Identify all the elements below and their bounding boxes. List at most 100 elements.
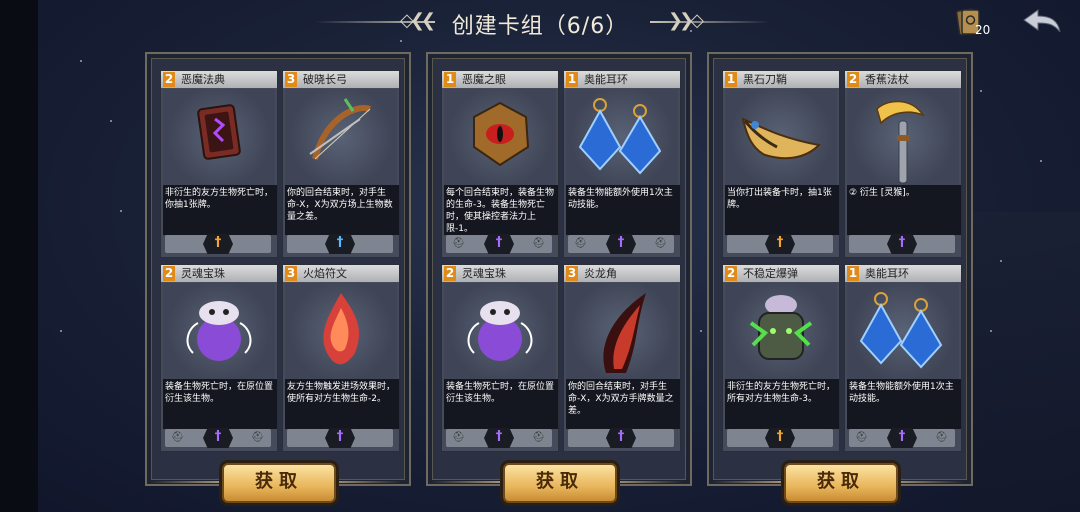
card-header: 2 香蕉法杖 [845, 71, 961, 88]
dagger-icon: † [495, 429, 503, 444]
card-name: 恶魔之眼 [462, 73, 506, 86]
star [110, 120, 112, 122]
card-header: 1 奥能耳环 [845, 265, 961, 282]
star [120, 210, 122, 212]
card[interactable]: 2 灵魂宝珠 装备生物死亡时，在原位置衍生该生物。 ⛑ † ⛑ [441, 264, 559, 452]
star [1040, 160, 1042, 162]
card-footer: † [568, 428, 674, 448]
card-footer: ⛑ † ⛑ [446, 428, 552, 448]
orb-icon [163, 283, 275, 379]
card-footer: ⛑ † ⛑ [446, 234, 552, 254]
helmet-icon: ⛑ [452, 432, 465, 443]
horn-icon [566, 283, 678, 379]
title-ornament-left-glyph: ◇❮❮ [400, 10, 436, 31]
card[interactable]: 1 恶魔之眼 每个回合结束时，装备生物的生命-3。装备生物死亡时，使其操控者法力… [441, 70, 559, 258]
page-title: 创建卡组（6/6） [451, 14, 629, 39]
dagger-icon: † [336, 235, 344, 250]
get-button-1[interactable]: 获取 [222, 463, 336, 503]
helmet-icon: ⛑ [935, 432, 948, 443]
card[interactable]: 2 恶魔法典 非衍生的友方生物死亡时，你抽1张牌。 † [160, 70, 278, 258]
cost-badge: 2 [163, 72, 175, 87]
card[interactable]: 3 火焰符文 友方生物触发进场效果时，使所有对方生物生命-2。 † [282, 264, 400, 452]
dagger-icon: † [898, 429, 906, 444]
dagger-icon: † [495, 235, 503, 250]
cost-badge: 2 [163, 266, 175, 281]
card-header: 1 恶魔之眼 [442, 71, 558, 88]
card-name: 炎龙角 [584, 267, 617, 280]
staff-icon [847, 89, 959, 185]
dagger-icon: † [214, 235, 222, 250]
card-footer: † [727, 234, 833, 254]
helmet-icon: ⛑ [452, 238, 465, 249]
cost-badge: 2 [847, 72, 859, 87]
card-description: 装备生物能额外使用1次主动技能。 [847, 379, 961, 429]
card-footer: ⛑ † ⛑ [849, 428, 955, 448]
card-description: ② 衍生 [灵猴]。 [847, 185, 961, 235]
button-ornament-right [332, 481, 402, 483]
card-description: 装备生物能额外使用1次主动技能。 [566, 185, 680, 235]
button-ornament-left [431, 481, 501, 483]
card-description: 装备生物死亡时，在原位置衍生该生物。 [444, 379, 558, 429]
helmet-icon: ⛑ [574, 238, 587, 249]
card[interactable]: 1 黑石刀鞘 当你打出装备卡时，抽1张牌。 † [722, 70, 840, 258]
earring-icon [847, 283, 959, 379]
helmet-icon: ⛑ [654, 238, 667, 249]
card[interactable]: 1 奥能耳环 装备生物能额外使用1次主动技能。 ⛑ † ⛑ [844, 264, 962, 452]
title-ornament-right [650, 21, 770, 23]
earring-icon [566, 89, 678, 185]
get-button-3[interactable]: 获取 [784, 463, 898, 503]
card-name: 奥能耳环 [584, 73, 628, 86]
helmet-icon: ⛑ [532, 432, 545, 443]
helmet-icon: ⛑ [532, 238, 545, 249]
card-pack-panel-3: 1 黑石刀鞘 当你打出装备卡时，抽1张牌。 † 2 香蕉法杖 ② 衍生 [灵猴]… [707, 52, 973, 486]
card-name: 奥能耳环 [865, 267, 909, 280]
card-footer: † [849, 234, 955, 254]
card-description: 每个回合结束时，装备生物的生命-3。装备生物死亡时，使其操控者法力上限-1。 [444, 185, 558, 235]
helmet-icon: ⛑ [251, 432, 264, 443]
cost-badge: 1 [566, 72, 578, 87]
card-footer: † [727, 428, 833, 448]
card-name: 破晓长弓 [303, 73, 347, 86]
card-description: 你的回合结束时，对手生命-X，X为双方手牌数量之差。 [566, 379, 680, 429]
card[interactable]: 3 炎龙角 你的回合结束时，对手生命-X，X为双方手牌数量之差。 † [563, 264, 681, 452]
card-name: 不稳定爆弹 [743, 267, 798, 280]
card[interactable]: 3 破晓长弓 你的回合结束时，对手生命-X，X为双方场上生物数量之差。 † [282, 70, 400, 258]
card-footer: ⛑ † ⛑ [165, 428, 271, 448]
card-name: 灵魂宝珠 [181, 267, 225, 280]
card[interactable]: 2 不稳定爆弹 非衍生的友方生物死亡时，所有对方生物生命-3。 † [722, 264, 840, 452]
star [700, 330, 702, 332]
card[interactable]: 1 奥能耳环 装备生物能额外使用1次主动技能。 ⛑ † ⛑ [563, 70, 681, 258]
button-ornament-right [613, 481, 683, 483]
card-description: 当你打出装备卡时，抽1张牌。 [725, 185, 839, 235]
cost-badge: 3 [285, 266, 297, 281]
card-pack-panel-2: 1 恶魔之眼 每个回合结束时，装备生物的生命-3。装备生物死亡时，使其操控者法力… [426, 52, 692, 486]
cost-badge: 2 [444, 266, 456, 281]
star [980, 90, 982, 92]
helmet-icon: ⛑ [171, 432, 184, 443]
card-footer: † [287, 234, 393, 254]
card-name: 香蕉法杖 [865, 73, 909, 86]
dagger-icon: † [898, 235, 906, 250]
card-description: 你的回合结束时，对手生命-X，X为双方场上生物数量之差。 [285, 185, 399, 235]
get-button-2[interactable]: 获取 [503, 463, 617, 503]
dagger-icon: † [617, 235, 625, 250]
card[interactable]: 2 香蕉法杖 ② 衍生 [灵猴]。 † [844, 70, 962, 258]
dagger-icon: † [617, 429, 625, 444]
star [990, 330, 992, 332]
star [80, 60, 82, 62]
card-header: 2 灵魂宝珠 [442, 265, 558, 282]
cost-badge: 3 [285, 72, 297, 87]
card[interactable]: 2 灵魂宝珠 装备生物死亡时，在原位置衍生该生物。 ⛑ † ⛑ [160, 264, 278, 452]
cost-badge: 3 [566, 266, 578, 281]
left-edge [0, 0, 38, 512]
card-description: 非衍生的友方生物死亡时，你抽1张牌。 [163, 185, 277, 235]
dagger-icon: † [214, 429, 222, 444]
card-name: 灵魂宝珠 [462, 267, 506, 280]
back-arrow-icon[interactable] [1020, 6, 1064, 38]
button-ornament-left [712, 481, 782, 483]
card-name: 恶魔法典 [181, 73, 225, 86]
card-header: 3 炎龙角 [564, 265, 680, 282]
cost-badge: 2 [725, 266, 737, 281]
cost-badge: 1 [725, 72, 737, 87]
button-ornament-left [150, 481, 220, 483]
